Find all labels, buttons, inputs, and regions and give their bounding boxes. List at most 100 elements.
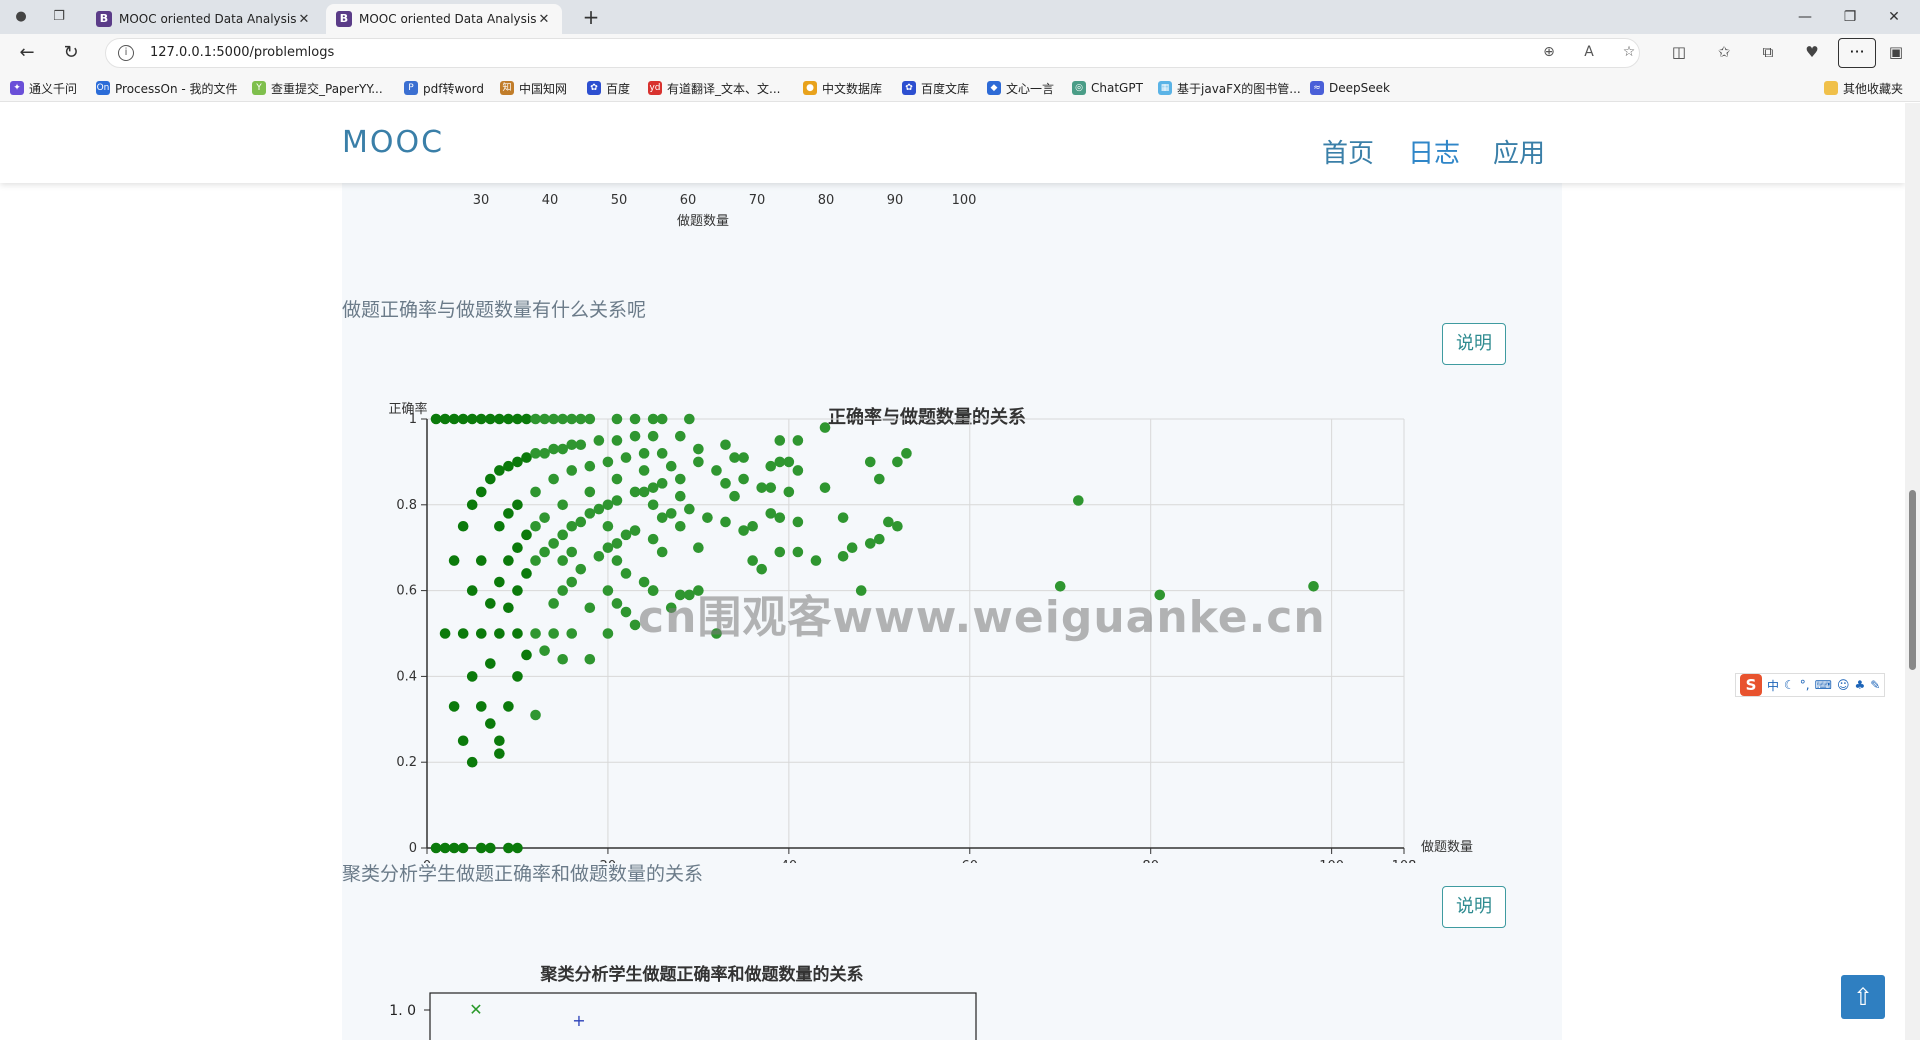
page-scrollbar[interactable]	[1905, 103, 1920, 1040]
scatter-point	[656, 478, 668, 489]
nav-apps[interactable]: 应用	[1493, 133, 1545, 170]
close-icon[interactable]: ✕	[536, 12, 552, 27]
bookmark-folder[interactable]: 其他收藏夹	[1824, 79, 1903, 97]
scatter-point	[475, 413, 487, 425]
bookmark-item[interactable]: ✿ 百度	[587, 79, 630, 97]
scatter-point	[430, 842, 442, 854]
scatter-point	[475, 628, 487, 639]
scrollbar-thumb[interactable]	[1909, 490, 1916, 670]
scatter-point	[602, 628, 614, 639]
scatter-point	[494, 628, 505, 639]
favorites-icon[interactable]: ✩	[1713, 43, 1735, 63]
browser-toolbar: ← ↻ i 127.0.0.1:5000/problemlogs ⊕ A ☆ ◫…	[0, 34, 1920, 72]
sidebar-icon[interactable]: ▣	[1885, 43, 1907, 63]
scatter-point	[647, 413, 659, 425]
scatter-point	[539, 413, 550, 425]
bookmark-item[interactable]: ● 中文数据库	[803, 79, 882, 97]
scatter-point	[901, 448, 912, 459]
scatter-point	[494, 465, 505, 476]
scatter-point	[729, 490, 740, 502]
scatter-point	[512, 842, 523, 854]
tab-2[interactable]: B MOOC oriented Data Analysis Sys ✕	[326, 4, 562, 34]
tab-1[interactable]: B MOOC oriented Data Analysis Sys ✕	[86, 4, 322, 34]
punctuation-icon[interactable]: °,	[1800, 678, 1810, 692]
bookmark-item[interactable]: ✦ 通义千问	[10, 79, 77, 97]
tab-actions-icon[interactable]: ❐	[48, 6, 70, 28]
bookmark-icon: P	[404, 81, 418, 95]
scatter-point	[855, 585, 867, 596]
collections-icon[interactable]: ⧉	[1757, 43, 1779, 63]
restore-button[interactable]: ❐	[1830, 4, 1870, 30]
bookmark-item[interactable]: Ppdf转word	[404, 79, 484, 97]
browser-essentials-icon[interactable]: ♥	[1801, 43, 1823, 63]
cluster-y-tick-label: 1. 0	[389, 1003, 416, 1019]
bookmark-item[interactable]: On ProcessOn - 我的文件	[96, 79, 238, 97]
ime-mode[interactable]: 中	[1767, 677, 1779, 694]
split-screen-icon[interactable]: ◫	[1668, 43, 1690, 63]
minimize-button[interactable]: —	[1785, 4, 1825, 30]
scatter-point	[602, 520, 614, 532]
moon-icon[interactable]: ☾	[1784, 678, 1795, 692]
scatter-point	[548, 598, 559, 609]
user-icon[interactable]: ☺	[1837, 678, 1850, 692]
scatter-point	[629, 413, 641, 425]
scatter-point	[548, 538, 559, 549]
ime-toolbar[interactable]: S 中 ☾ °, ⌨ ☺ ♣ ✎	[1735, 673, 1886, 697]
scatter-point	[837, 512, 849, 523]
scatter-point	[729, 452, 740, 463]
scatter-point	[503, 602, 514, 614]
scatter-point	[503, 701, 514, 712]
skin-icon[interactable]: ♣	[1854, 678, 1865, 692]
scatter-point	[593, 503, 605, 515]
zoom-icon[interactable]: ⊕	[1538, 44, 1560, 64]
scatter-point	[548, 628, 559, 639]
new-tab-button[interactable]: +	[578, 5, 604, 31]
scatter-point	[439, 842, 451, 854]
scatter-point	[738, 525, 749, 536]
scatter-point	[747, 555, 758, 566]
bookmark-item[interactable]: ✿ 百度文库	[902, 79, 969, 97]
x-tick-label: 100	[1319, 859, 1344, 863]
bookmark-item[interactable]: Y 查重提交_PaperYY...	[252, 79, 383, 97]
bookmark-item[interactable]: ◎ ChatGPT	[1072, 79, 1143, 97]
bookmark-item[interactable]: ▦ 基于javaFX的图书管...	[1158, 79, 1301, 97]
keyboard-icon[interactable]: ⌨	[1815, 678, 1832, 692]
scatter-point	[584, 486, 596, 498]
scatter-point	[485, 718, 496, 729]
site-logo[interactable]: MOOC	[342, 125, 444, 160]
favorite-star-icon[interactable]: ☆	[1618, 44, 1640, 64]
info-icon[interactable]: i	[118, 45, 134, 61]
back-to-top-button[interactable]: ⇧	[1841, 975, 1885, 1019]
more-menu-button[interactable]: ···	[1838, 38, 1876, 68]
close-icon[interactable]: ✕	[296, 12, 312, 27]
scatter-point	[665, 508, 677, 519]
bookmark-item[interactable]: yd 有道翻译_文本、文...	[648, 79, 780, 97]
nav-home[interactable]: 首页	[1322, 133, 1374, 170]
bookmarks-bar: ✦ 通义千问 On ProcessOn - 我的文件 Y 查重提交_PaperYY..…	[0, 72, 1920, 102]
scatter-point	[439, 413, 451, 425]
scatter-point	[530, 520, 541, 532]
bookmark-item[interactable]: ≈ DeepSeek	[1310, 79, 1390, 97]
prev-x-tick-label: 60	[680, 193, 697, 208]
back-button[interactable]: ←	[13, 40, 41, 66]
scatter-point	[702, 512, 713, 523]
bookmark-item[interactable]: ◆ 文心一言	[987, 79, 1054, 97]
bookmark-item[interactable]: 知中国知网	[500, 79, 567, 97]
address-bar[interactable]: i 127.0.0.1:5000/problemlogs ⊕ A ☆	[105, 38, 1640, 68]
scatter-point	[530, 709, 541, 721]
tab-strip: ● ❐ B MOOC oriented Data Analysis Sys ✕ …	[0, 0, 1920, 34]
address-url[interactable]: 127.0.0.1:5000/problemlogs	[150, 45, 334, 60]
close-window-button[interactable]: ✕	[1874, 4, 1914, 30]
scatter-point	[711, 628, 722, 639]
scatter-point	[539, 546, 550, 558]
wrench-icon[interactable]: ✎	[1870, 678, 1880, 692]
nav-logs[interactable]: 日志	[1408, 133, 1460, 170]
reload-button[interactable]: ↻	[57, 40, 85, 66]
read-aloud-icon[interactable]: A	[1578, 44, 1600, 64]
profile-icon[interactable]: ●	[10, 6, 32, 28]
scatter-point	[1308, 581, 1319, 592]
scatter-point	[711, 465, 722, 476]
explain-button-cluster[interactable]: 说明	[1442, 886, 1506, 928]
x-tick-label: 80	[1142, 859, 1159, 863]
scatter-point	[539, 645, 550, 656]
